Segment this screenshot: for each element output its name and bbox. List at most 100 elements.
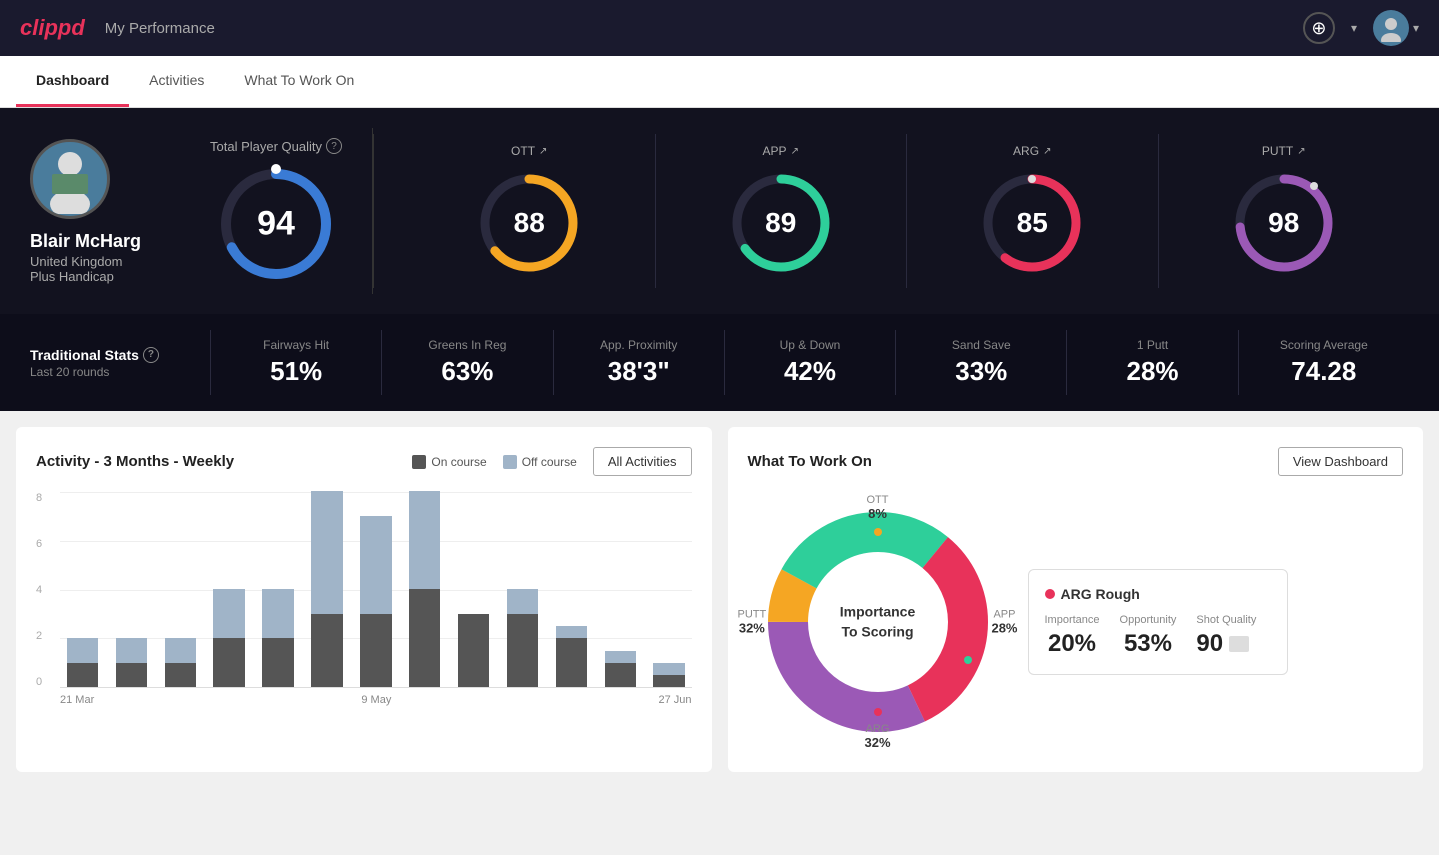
bar-group-12 (598, 651, 643, 688)
trad-stats-help[interactable]: ? (143, 347, 159, 363)
x-label-may: 9 May (361, 694, 391, 706)
x-axis-labels: 21 Mar 9 May 27 Jun (60, 688, 692, 706)
ott-ring: 88 (474, 168, 584, 278)
total-quality-value: 94 (257, 205, 295, 244)
app-value: 89 (765, 207, 796, 239)
ott-arrow-icon: ↗ (539, 146, 547, 157)
work-on-panel: What To Work On View Dashboard (728, 427, 1424, 772)
player-info: Blair McHarg United Kingdom Plus Handica… (30, 139, 210, 284)
logo: clippd (20, 15, 85, 41)
ott-label: OTT ↗ (511, 144, 547, 158)
donut-center-line1: Importance (840, 602, 915, 622)
user-dropdown-arrow: ▾ (1413, 21, 1419, 35)
trad-up-and-down: Up & Down 42% (724, 330, 895, 395)
player-avatar (30, 139, 110, 219)
bar-on-5 (262, 638, 293, 687)
donut-center: Importance To Scoring (840, 602, 915, 641)
y-label-6: 6 (36, 538, 42, 550)
bar-on-11 (556, 638, 587, 687)
donut-label-ott: OTT 8% (867, 494, 889, 521)
main-content: Activity - 3 Months - Weekly On course O… (0, 411, 1439, 788)
y-label-4: 4 (36, 584, 42, 596)
bar-on-8 (409, 589, 440, 687)
bar-on-10 (507, 614, 538, 688)
y-label-8: 8 (36, 492, 42, 504)
bar-group-2 (109, 638, 154, 687)
quality-app: APP ↗ 89 (656, 134, 908, 288)
bar-on-3 (165, 663, 196, 688)
trad-sand-save: Sand Save 33% (895, 330, 1066, 395)
bar-group-5 (256, 589, 301, 687)
bar-on-4 (213, 638, 244, 687)
arg-value: 85 (1017, 207, 1048, 239)
putt-value: 98 (1268, 207, 1299, 239)
tab-dashboard[interactable]: Dashboard (16, 56, 129, 107)
work-on-content: Importance To Scoring OTT 8% APP 28% ARG… (748, 492, 1404, 752)
putt-label: PUTT ↗ (1262, 144, 1306, 158)
donut-label-putt: PUTT 32% (738, 609, 767, 636)
bar-on-1 (67, 663, 98, 688)
bar-group-9 (451, 614, 496, 688)
bar-off-4 (213, 589, 244, 638)
work-on-title: What To Work On (748, 453, 872, 470)
player-photo (40, 144, 100, 214)
quality-putt: PUTT ↗ 98 (1159, 134, 1410, 288)
player-country: United Kingdom (30, 254, 123, 269)
player-name: Blair McHarg (30, 231, 141, 252)
trad-scoring-average: Scoring Average 74.28 (1238, 330, 1409, 395)
chart-wrapper: 8 6 4 2 0 (36, 492, 692, 706)
ott-value: 88 (514, 207, 545, 239)
shot-quality-bar (1229, 636, 1249, 652)
total-quality-ring: 94 (216, 164, 336, 284)
trad-greens-in-reg: Greens In Reg 63% (381, 330, 552, 395)
activity-title: Activity - 3 Months - Weekly (36, 453, 234, 470)
tab-activities[interactable]: Activities (129, 56, 224, 107)
player-handicap: Plus Handicap (30, 269, 114, 284)
trad-stats-sub: Last 20 rounds (30, 365, 180, 379)
trad-fairways-hit: Fairways Hit 51% (210, 330, 381, 395)
donut-label-arg: ARG 32% (864, 723, 890, 750)
tab-what-to-work-on[interactable]: What To Work On (224, 56, 374, 107)
header-title: My Performance (105, 20, 215, 37)
trad-app-proximity: App. Proximity 38'3" (553, 330, 724, 395)
metric-shot-quality: Shot Quality 90 (1196, 614, 1256, 658)
putt-ring: 98 (1229, 168, 1339, 278)
legend-on-course: On course (412, 455, 486, 469)
arg-label: ARG ↗ (1013, 144, 1051, 158)
user-avatar-button[interactable]: ▾ (1373, 10, 1419, 46)
x-label-jun: 27 Jun (658, 694, 691, 706)
total-quality-label: Total Player Quality ? (210, 138, 342, 154)
bar-on-9 (458, 614, 489, 688)
add-dropdown-arrow[interactable]: ▾ (1351, 21, 1357, 35)
quality-ott: OTT ↗ 88 (404, 134, 656, 288)
bar-on-12 (605, 663, 636, 688)
all-activities-button[interactable]: All Activities (593, 447, 692, 476)
x-label-mar: 21 Mar (60, 694, 94, 706)
app-arrow-icon: ↗ (791, 146, 799, 157)
trad-stats-label: Traditional Stats ? Last 20 rounds (30, 347, 210, 379)
bar-off-11 (556, 626, 587, 638)
y-label-2: 2 (36, 630, 42, 642)
info-card: ARG Rough Importance 20% Opportunity 53%… (1028, 569, 1288, 675)
bar-on-7 (360, 614, 391, 688)
info-dot-icon (1045, 589, 1055, 599)
donut-center-line2: To Scoring (840, 622, 915, 642)
bar-off-8 (409, 491, 440, 589)
avatar-icon (1377, 14, 1405, 42)
traditional-stats: Traditional Stats ? Last 20 rounds Fairw… (0, 314, 1439, 411)
off-course-icon (503, 455, 517, 469)
bar-off-2 (116, 638, 147, 663)
add-button[interactable]: ⊕ (1303, 12, 1335, 44)
bar-group-4 (207, 589, 252, 687)
bar-off-10 (507, 589, 538, 614)
total-quality-help[interactable]: ? (326, 138, 342, 154)
bar-group-3 (158, 638, 203, 687)
view-dashboard-button[interactable]: View Dashboard (1278, 447, 1403, 476)
y-axis-labels: 8 6 4 2 0 (36, 492, 42, 688)
chart-legend: On course Off course (412, 455, 577, 469)
stats-panel: Blair McHarg United Kingdom Plus Handica… (0, 108, 1439, 314)
bar-group-10 (500, 589, 545, 687)
header-right: ⊕ ▾ ▾ (1303, 10, 1419, 46)
bar-group-11 (549, 626, 594, 687)
header: clippd My Performance ⊕ ▾ ▾ (0, 0, 1439, 56)
